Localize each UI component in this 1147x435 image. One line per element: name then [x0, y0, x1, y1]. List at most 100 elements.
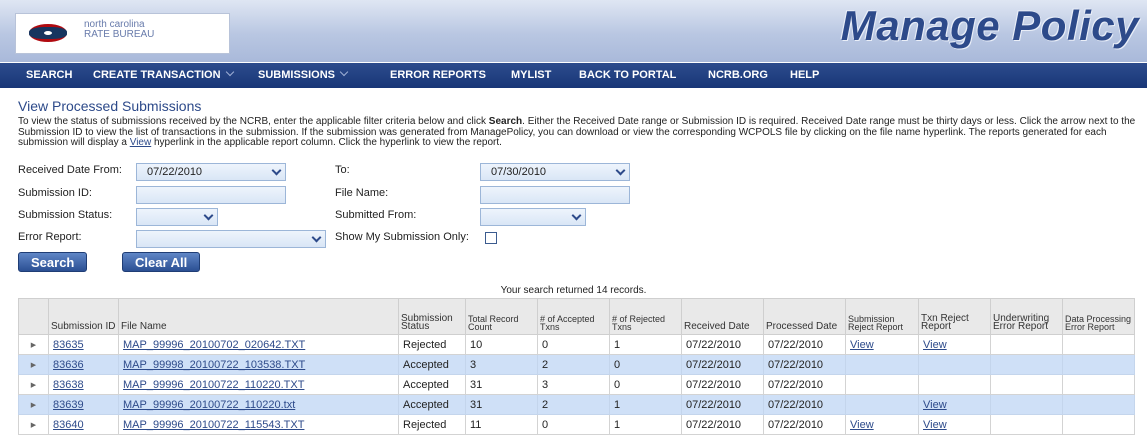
submitted-from-label: Submitted From:	[335, 209, 417, 221]
data-processing-error-cell	[1062, 354, 1135, 375]
submission-status: Accepted	[398, 354, 466, 375]
txn-reject-view-link[interactable]: View	[923, 399, 947, 411]
submission-id-input[interactable]	[136, 186, 286, 204]
accepted-txns: 2	[537, 354, 610, 375]
nav-mylist[interactable]: MYLIST	[511, 63, 551, 88]
chevron-down-icon	[571, 210, 582, 221]
nav-create-transaction[interactable]: CREATE TRANSACTION	[93, 63, 234, 88]
chevron-down-icon	[225, 67, 234, 77]
submission-id-link[interactable]: 83639	[53, 399, 84, 411]
table-row[interactable]: ▶ 83639 MAP_99996_20100722_110220.txt Ac…	[18, 394, 1135, 415]
app-header: north carolina RATE BUREAU Manage Policy	[0, 0, 1147, 62]
instructions-text: To view the status of submissions receiv…	[18, 116, 1136, 148]
to-date-select[interactable]: 07/30/2010	[480, 163, 630, 181]
ncrb-logo[interactable]: north carolina RATE BUREAU	[15, 13, 230, 54]
table-row[interactable]: ▶ 83638 MAP_99996_20100722_110220.TXT Ac…	[18, 374, 1135, 395]
processed-date: 07/22/2010	[763, 374, 846, 395]
main-nav: SEARCH CREATE TRANSACTION SUBMISSIONS ER…	[0, 63, 1147, 88]
logo-line-2: RATE BUREAU	[84, 29, 155, 40]
col-received-date[interactable]: Received Date	[681, 298, 764, 335]
clear-all-button[interactable]: Clear All	[122, 252, 201, 272]
submission-id-link[interactable]: 83636	[53, 359, 84, 371]
file-name-link[interactable]: MAP_99996_20100722_110220.TXT	[123, 379, 304, 391]
submission-id-link[interactable]: 83638	[53, 379, 84, 391]
col-submission-reject-report[interactable]: Submission Reject Report	[845, 298, 919, 335]
submission-id-link[interactable]: 83635	[53, 339, 84, 351]
col-processed-date[interactable]: Processed Date	[763, 298, 846, 335]
nav-ncrb-org[interactable]: NCRB.ORG	[708, 63, 768, 88]
table-row[interactable]: ▶ 83640 MAP_99996_20100722_115543.TXT Re…	[18, 414, 1135, 435]
result-count: Your search returned 14 records.	[500, 285, 647, 296]
underwriting-error-cell	[990, 394, 1063, 415]
app-title: Manage Policy	[840, 2, 1139, 49]
accepted-txns: 0	[537, 414, 610, 435]
col-rejected-txns[interactable]: # of Rejected Txns	[609, 298, 682, 335]
rejected-txns: 0	[609, 374, 682, 395]
table-row[interactable]: ▶ 83636 MAP_99998_20100722_103538.TXT Ac…	[18, 354, 1135, 375]
expand-arrow-icon[interactable]: ▶	[18, 334, 49, 355]
file-name-label: File Name:	[335, 187, 389, 199]
nav-help[interactable]: HELP	[790, 63, 819, 88]
expand-arrow-icon[interactable]: ▶	[18, 354, 49, 375]
expand-arrow-icon[interactable]: ▶	[18, 414, 49, 435]
nav-submissions[interactable]: SUBMISSIONS	[258, 63, 349, 88]
underwriting-error-cell	[990, 374, 1063, 395]
rejected-txns: 1	[609, 394, 682, 415]
file-name-link[interactable]: MAP_99996_20100722_115543.TXT	[123, 419, 304, 431]
underwriting-error-cell	[990, 354, 1063, 375]
total-record-count: 10	[465, 334, 538, 355]
page-title: View Processed Submissions	[18, 98, 202, 114]
received-date: 07/22/2010	[681, 394, 764, 415]
data-processing-error-cell	[1062, 334, 1135, 355]
error-report-select[interactable]	[136, 230, 326, 248]
submission-id-link[interactable]: 83640	[53, 419, 84, 431]
file-name-link[interactable]: MAP_99998_20100722_103538.TXT	[123, 359, 305, 371]
file-name-link[interactable]: MAP_99996_20100702_020642.TXT	[123, 339, 305, 351]
txn-reject-view-link[interactable]: View	[923, 419, 947, 431]
received-date: 07/22/2010	[681, 354, 764, 375]
total-record-count: 31	[465, 374, 538, 395]
col-accepted-txns[interactable]: # of Accepted Txns	[537, 298, 610, 335]
col-total-record-count[interactable]: Total Record Count	[465, 298, 538, 335]
submission-status: Accepted	[398, 374, 466, 395]
chevron-down-icon	[203, 210, 214, 221]
total-record-count: 31	[465, 394, 538, 415]
submission-reject-view-link[interactable]: View	[850, 419, 874, 431]
nav-search[interactable]: SEARCH	[26, 63, 72, 88]
file-name-input[interactable]	[480, 186, 630, 204]
submission-status: Rejected	[398, 334, 466, 355]
underwriting-error-cell	[990, 414, 1063, 435]
col-data-processing-error-report[interactable]: Data Processing Error Report	[1062, 298, 1135, 335]
expand-arrow-icon[interactable]: ▶	[18, 394, 49, 415]
col-txn-reject-report[interactable]: Txn Reject Report	[918, 298, 991, 335]
total-record-count: 3	[465, 354, 538, 375]
expand-arrow-icon[interactable]: ▶	[18, 374, 49, 395]
col-expand	[18, 298, 49, 335]
show-my-submission-checkbox[interactable]	[485, 232, 497, 244]
received-from-select[interactable]: 07/22/2010	[136, 163, 286, 181]
col-submission-id[interactable]: Submission ID	[48, 298, 119, 335]
error-report-label: Error Report:	[18, 231, 82, 243]
nav-back-to-portal[interactable]: BACK TO PORTAL	[579, 63, 676, 88]
col-underwriting-error-report[interactable]: Underwriting Error Report	[990, 298, 1063, 335]
file-name-link[interactable]: MAP_99996_20100722_110220.txt	[123, 399, 295, 411]
txn-reject-view-link[interactable]: View	[923, 339, 947, 351]
data-processing-error-cell	[1062, 374, 1135, 395]
ncrb-logo-mark-icon	[29, 24, 67, 42]
table-row[interactable]: ▶ 83635 MAP_99996_20100702_020642.TXT Re…	[18, 334, 1135, 355]
processed-date: 07/22/2010	[763, 414, 846, 435]
submitted-from-select[interactable]	[480, 208, 586, 226]
total-record-count: 11	[465, 414, 538, 435]
chevron-down-icon	[615, 165, 626, 176]
accepted-txns: 0	[537, 334, 610, 355]
table-header-row: Submission ID File Name Submission Statu…	[18, 298, 1135, 335]
col-file-name[interactable]: File Name	[118, 298, 399, 335]
submission-reject-view-link[interactable]: View	[850, 339, 874, 351]
received-date: 07/22/2010	[681, 334, 764, 355]
col-submission-status[interactable]: Submission Status	[398, 298, 466, 335]
submission-status-select[interactable]	[136, 208, 218, 226]
nav-error-reports[interactable]: ERROR REPORTS	[390, 63, 486, 88]
search-button[interactable]: Search	[18, 252, 88, 272]
submissions-table: Submission ID File Name Submission Statu…	[18, 298, 1135, 435]
processed-date: 07/22/2010	[763, 394, 846, 415]
